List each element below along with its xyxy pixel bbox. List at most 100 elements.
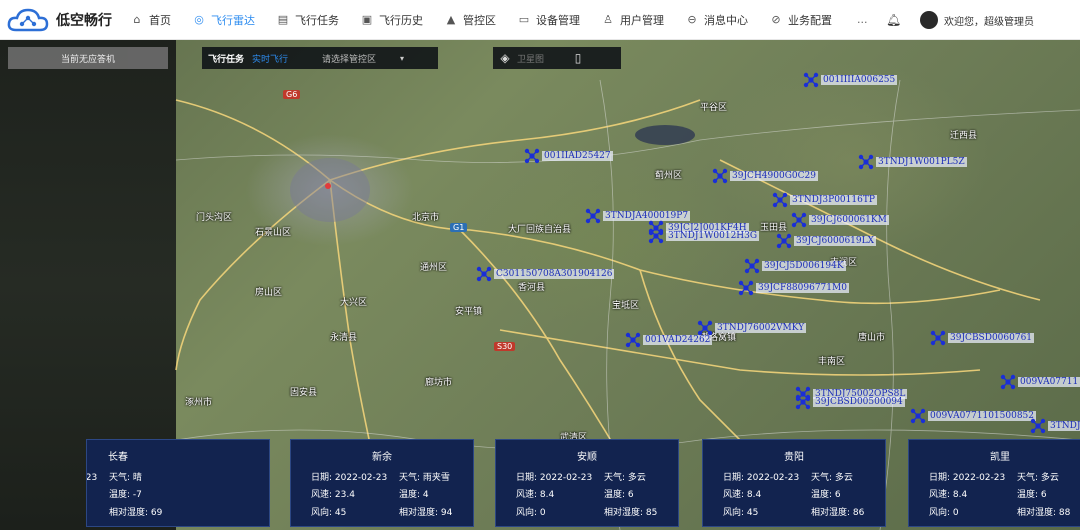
drone-icon[interactable] xyxy=(738,280,754,296)
weather-city: 安顺 xyxy=(577,452,597,463)
aircraft-id-label[interactable]: 39JCBSD0060761 xyxy=(948,333,1035,343)
cloud-logo-icon xyxy=(7,8,49,31)
drone-icon[interactable] xyxy=(585,208,601,224)
avatar[interactable] xyxy=(920,11,938,29)
drone-icon[interactable] xyxy=(625,332,641,348)
aircraft-id-label[interactable]: 3TNDJ1W001PL5Z xyxy=(876,157,967,167)
drone-icon[interactable] xyxy=(524,148,540,164)
wind-speed-label: 风速: xyxy=(723,490,745,500)
aircraft-id-label[interactable]: 3TNDJ76002VMKY xyxy=(715,323,807,333)
aircraft-id-label[interactable]: 39JCJ6000619LX xyxy=(794,236,877,246)
nav-item-device[interactable]: ▭ 设备管理 xyxy=(507,0,591,40)
place-label: 香河县 xyxy=(518,283,546,293)
drone-icon[interactable] xyxy=(910,408,926,424)
layers-icon[interactable]: ◈ xyxy=(493,51,517,65)
place-label: 迁西县 xyxy=(950,131,978,141)
place-label: 廊坊市 xyxy=(425,378,453,388)
aircraft-id-label[interactable]: C301150708A301904126 xyxy=(494,269,615,279)
control-area-icon: ▲ xyxy=(446,12,456,26)
wind-speed-label: 风速: xyxy=(929,490,951,500)
nav-item-history[interactable]: ▣ 飞行历史 xyxy=(350,0,434,40)
aircraft-id-label[interactable]: 3TNDJ1W0012H3G xyxy=(666,231,760,241)
nav-item-control-area[interactable]: ▲ 管控区 xyxy=(434,0,507,40)
aircraft-id-label[interactable]: 39JCBSD00500094 xyxy=(813,397,905,407)
nav-item-home[interactable]: ⌂ 首页 xyxy=(120,0,182,40)
place-label: 涿州市 xyxy=(185,398,213,408)
humidity-label: 相对湿度: xyxy=(604,508,644,518)
temperature-label: 温度: xyxy=(604,490,626,500)
home-icon: ⌂ xyxy=(133,12,141,26)
wind-direction-label: 风向: xyxy=(311,508,333,518)
drone-icon[interactable] xyxy=(1030,418,1046,434)
realtime-flight-tab[interactable]: 实时飞行 xyxy=(252,52,288,65)
date-value: 2022-02-23 xyxy=(952,473,1006,483)
top-navigation-bar: 低空畅行 ⌂ 首页 ◎ 飞行雷达 ▤ 飞行任务 ▣ 飞行历史 ▲ 管控区 ▭ 设备管理 ♙ 用户管理 ⊖ 消息… xyxy=(0,0,1080,40)
place-label: 丰南区 xyxy=(818,357,846,367)
nav-item-config[interactable]: ⊘ 业务配置 xyxy=(759,0,843,40)
drone-icon[interactable] xyxy=(795,394,811,410)
no-transponder-panel[interactable]: 当前无应答机 xyxy=(8,47,168,69)
drone-icon[interactable] xyxy=(648,228,664,244)
aircraft-id-label[interactable]: 009VA0771101500852 xyxy=(928,411,1037,421)
wind-speed-value: 23.4 xyxy=(334,490,355,500)
wind-direction-label: 风向: xyxy=(723,508,745,518)
chevron-down-icon[interactable]: ▾ xyxy=(400,54,404,63)
drone-icon[interactable] xyxy=(858,154,874,170)
drone-icon[interactable] xyxy=(697,320,713,336)
nav-item-label: 首页 xyxy=(149,13,171,27)
config-icon: ⊘ xyxy=(771,12,781,26)
road-badge: G6 xyxy=(283,90,301,99)
weather-city: 长春 xyxy=(108,452,128,463)
drone-icon[interactable] xyxy=(791,212,807,228)
place-label: 玉田县 xyxy=(760,223,788,233)
drone-icon[interactable] xyxy=(772,192,788,208)
aircraft-id-label[interactable]: 001VAD24262 xyxy=(643,335,713,345)
nav-item-user[interactable]: ♙ 用户管理 xyxy=(591,0,675,40)
satellite-layer-label[interactable]: 卫星图 xyxy=(517,52,544,65)
weather-card: 新余 日期: 2022-02-23 天气: 雨夹雪 风速: 23.4 温度: 4 风向: … xyxy=(290,439,474,527)
layer-toolbar: ◈ 卫星图 ▯ xyxy=(493,47,621,69)
weather-label: 天气: xyxy=(109,473,131,483)
mission-label: 飞行任务 xyxy=(208,54,245,65)
drone-icon[interactable] xyxy=(476,266,492,282)
drone-icon[interactable] xyxy=(1000,374,1016,390)
aircraft-id-label[interactable]: 001IIAD25427 xyxy=(542,151,613,161)
nav-item-task[interactable]: ▤ 飞行任务 xyxy=(266,0,350,40)
message-icon: ⊖ xyxy=(687,12,697,26)
nav-item-radar[interactable]: ◎ 飞行雷达 xyxy=(182,0,266,40)
nav-more-button[interactable]: ... xyxy=(843,0,882,40)
mission-toolbar: 飞行任务 实时飞行 请选择管控区 ▾ xyxy=(202,47,438,69)
nav-item-message[interactable]: ⊖ 消息中心 xyxy=(675,0,759,40)
temperature-label: 温度: xyxy=(399,490,421,500)
humidity-value: 94 xyxy=(440,508,453,518)
control-area-select[interactable]: 请选择管控区 xyxy=(322,52,376,65)
drone-icon[interactable] xyxy=(776,233,792,249)
aircraft-id-label[interactable]: 39JCF88096771M0 xyxy=(756,283,849,293)
drone-icon[interactable] xyxy=(744,258,760,274)
aircraft-id-label[interactable]: 39JCJ600061KM xyxy=(809,215,889,225)
date-value: 2022-02-23 xyxy=(334,473,388,483)
aircraft-id-label[interactable]: 3TNDJ5 xyxy=(1048,421,1080,431)
nav-item-label: 飞行雷达 xyxy=(211,13,255,27)
wind-speed-label: 风速: xyxy=(311,490,333,500)
bell-icon[interactable]: 🔔︎ xyxy=(886,13,901,27)
app-logo[interactable]: 低空畅行 xyxy=(0,6,120,34)
humidity-value: 86 xyxy=(852,508,865,518)
aircraft-id-label[interactable]: 39JCJ5D006194K xyxy=(762,261,846,271)
weather-card: 凯里 日期: 2022-02-23 天气: 多云 风速: 8.4 温度: 6 风向: 0 相… xyxy=(908,439,1080,527)
weather-label: 天气: xyxy=(811,473,833,483)
drone-icon[interactable] xyxy=(803,72,819,88)
aircraft-id-label[interactable]: 001IIIIA006255 xyxy=(821,75,898,85)
weather-card: 安顺 日期: 2022-02-23 天气: 多云 风速: 8.4 温度: 6 风向: 0 相… xyxy=(495,439,679,527)
ruler-icon[interactable]: ▯ xyxy=(566,51,590,65)
nav-item-label: 设备管理 xyxy=(536,13,580,27)
drone-icon[interactable] xyxy=(930,330,946,346)
aircraft-id-label[interactable]: 3TNDJ3P00116TP xyxy=(790,195,877,205)
temperature-value: 6 xyxy=(1040,490,1047,500)
aircraft-id-label[interactable]: 3TNDJA400019P7 xyxy=(603,211,691,221)
drone-icon[interactable] xyxy=(712,168,728,184)
weather-city: 新余 xyxy=(372,452,392,463)
aircraft-id-label[interactable]: 009VA07711 xyxy=(1018,377,1080,387)
aircraft-id-label[interactable]: 39JCH4900G0C29 xyxy=(730,171,818,181)
temperature-label: 温度: xyxy=(1017,490,1039,500)
